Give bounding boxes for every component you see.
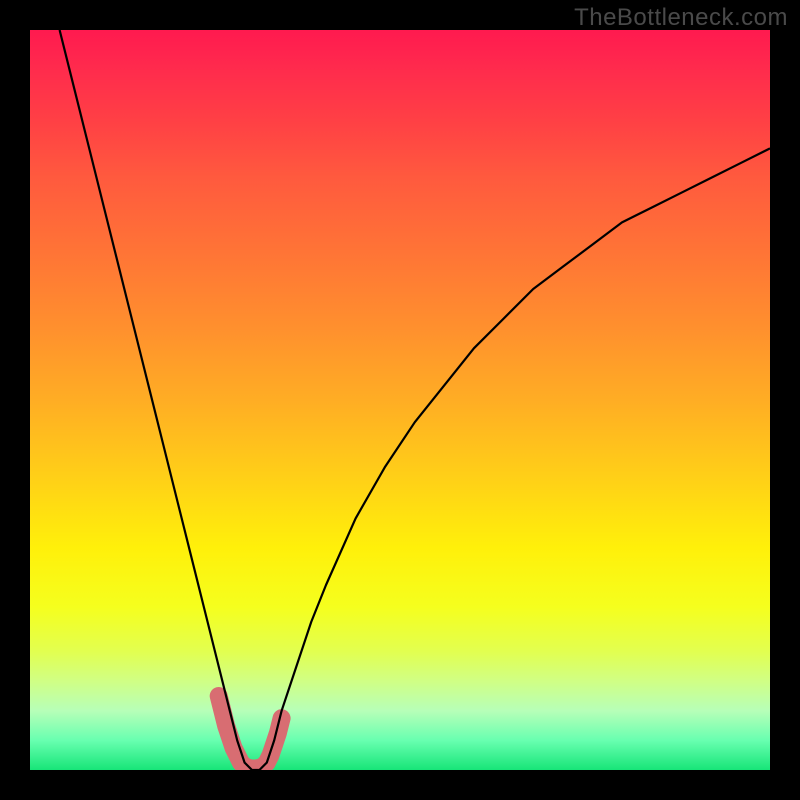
chart-frame: TheBottleneck.com: [0, 0, 800, 800]
curve-layer: [30, 30, 770, 770]
bottleneck-curve: [60, 30, 770, 770]
plot-area: [30, 30, 770, 770]
watermark-text: TheBottleneck.com: [574, 4, 788, 32]
